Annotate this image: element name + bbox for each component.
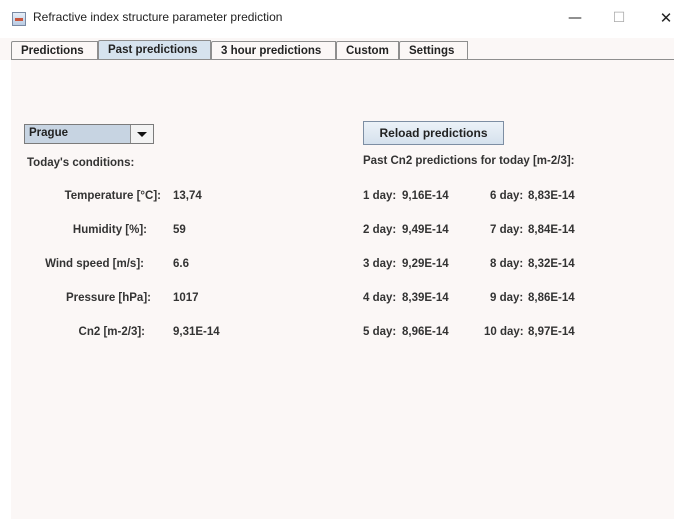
cn2-label: Cn2 [m-2/3]: [78,326,145,338]
humidity-value: 59 [173,224,186,236]
past-day-6-value: 8,83E-14 [528,190,575,202]
wind-speed-label: Wind speed [m/s]: [45,258,144,270]
past-day-1-value: 9,16E-14 [402,190,449,202]
dropdown-arrow-button[interactable] [130,125,153,143]
past-day-9-value: 8,86E-14 [528,292,575,304]
maximize-icon[interactable]: ☐ [604,6,634,30]
past-day-1-label: 1 day: [363,190,397,202]
tab-divider [11,59,674,60]
conditions-heading: Today's conditions: [27,157,135,169]
temperature-value: 13,74 [173,190,202,202]
past-day-7-value: 8,84E-14 [528,224,575,236]
reload-predictions-button[interactable]: Reload predictions [363,121,504,145]
past-day-6-label: 6 day: [490,190,524,202]
title-bar: Refractive index structure parameter pre… [0,0,674,38]
past-day-4-label: 4 day: [363,292,397,304]
past-day-2-label: 2 day: [363,224,397,236]
tab-settings[interactable]: Settings [399,41,468,59]
past-day-7-label: 7 day: [490,224,524,236]
chevron-down-icon [137,132,147,137]
past-day-3-value: 9,29E-14 [402,258,449,270]
tab-past-predictions[interactable]: Past predictions [98,40,211,60]
past-day-3-label: 3 day: [363,258,397,270]
minimize-icon[interactable]: — [560,6,590,30]
pressure-value: 1017 [173,292,199,304]
close-icon[interactable]: ✕ [651,6,674,30]
past-day-9-label: 9 day: [490,292,524,304]
past-day-2-value: 9,49E-14 [402,224,449,236]
past-day-4-value: 8,39E-14 [402,292,449,304]
past-day-5-label: 5 day: [363,326,397,338]
past-predictions-heading: Past Cn2 predictions for today [m-2/3]: [363,155,575,167]
past-day-10-value: 8,97E-14 [528,326,575,338]
location-select-value: Prague [29,127,68,139]
java-cup-icon [12,12,26,26]
past-day-5-value: 8,96E-14 [402,326,449,338]
past-day-10-label: 10 day: [484,326,524,338]
tab-predictions[interactable]: Predictions [11,41,98,59]
pressure-label: Pressure [hPa]: [65,292,151,304]
tab-custom[interactable]: Custom [336,41,399,59]
window-title: Refractive index structure parameter pre… [33,10,283,24]
cn2-value: 9,31E-14 [173,326,220,338]
temperature-label: Temperature [°C]: [64,190,161,202]
humidity-label: Humidity [%]: [72,224,147,236]
past-day-8-value: 8,32E-14 [528,258,575,270]
tab-3-hour-predictions[interactable]: 3 hour predictions [211,41,336,59]
location-select[interactable]: Prague [24,124,154,144]
wind-speed-value: 6.6 [173,258,189,270]
past-day-8-label: 8 day: [490,258,524,270]
